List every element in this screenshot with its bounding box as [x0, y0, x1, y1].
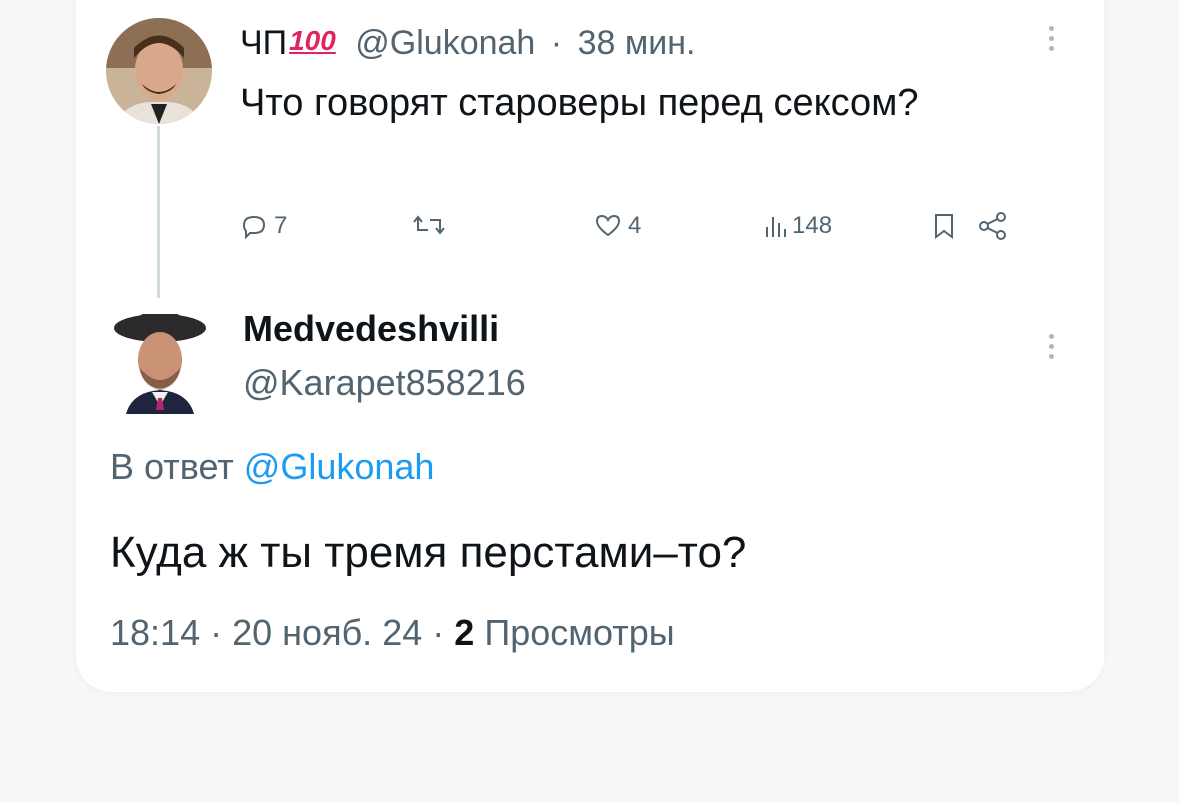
footer-separator-2: ·: [432, 612, 445, 653]
bookmark-icon: [935, 214, 953, 239]
reply-date[interactable]: 20 нояб. 24: [232, 612, 422, 653]
reply-more-icon[interactable]: [1046, 334, 1056, 359]
parent-time[interactable]: 38 мин.: [578, 24, 696, 62]
bookmark-button[interactable]: [932, 212, 956, 240]
footer-separator-1: ·: [210, 612, 223, 653]
avatar-glukonah[interactable]: [106, 18, 212, 124]
retweet-icon: [413, 215, 445, 235]
like-count: 4: [628, 212, 642, 239]
reply-prefix: В ответ: [110, 446, 234, 487]
reply-time[interactable]: 18:14: [110, 612, 200, 653]
avatar-karapet[interactable]: [108, 306, 212, 414]
parent-action-bar: 7 4 148: [240, 212, 1060, 252]
like-button[interactable]: 4: [594, 212, 641, 240]
reply-display-name[interactable]: Medvedeshvilli: [243, 308, 499, 350]
share-icon: [979, 212, 1006, 240]
reply-button[interactable]: 7: [240, 212, 287, 240]
hundred-points-icon: 100: [289, 25, 336, 56]
heart-icon: [595, 214, 621, 237]
parent-header: ЧП100 @Glukonah · 38 мин.: [240, 24, 695, 63]
analytics-icon: [766, 217, 786, 237]
reply-count: 7: [274, 212, 288, 239]
reply-handle[interactable]: @Karapet858216: [243, 362, 526, 404]
parent-tweet-text: Что говорят староверы перед сексом?: [240, 82, 919, 124]
reply-tweet-text: Куда ж ты тремя перстами–то?: [110, 528, 747, 577]
parent-display-name[interactable]: ЧП: [240, 24, 287, 62]
views-button[interactable]: 148: [764, 212, 832, 240]
reply-meta-footer: 18:14 · 20 нояб. 24 · 2 Просмотры: [110, 612, 675, 654]
reply-to-link[interactable]: @Glukonah: [244, 446, 435, 487]
thread-connector-line: [157, 126, 160, 298]
parent-more-icon[interactable]: [1046, 26, 1056, 51]
reply-views-label: Просмотры: [484, 612, 675, 653]
reply-views-count: 2: [454, 612, 475, 653]
views-count: 148: [792, 212, 833, 239]
parent-separator: ·: [550, 24, 563, 62]
reply-context: В ответ @Glukonah: [110, 446, 434, 488]
share-button[interactable]: [978, 212, 1008, 240]
reply-icon: [242, 215, 266, 239]
parent-handle[interactable]: @Glukonah: [355, 24, 535, 62]
retweet-button[interactable]: [412, 212, 452, 238]
